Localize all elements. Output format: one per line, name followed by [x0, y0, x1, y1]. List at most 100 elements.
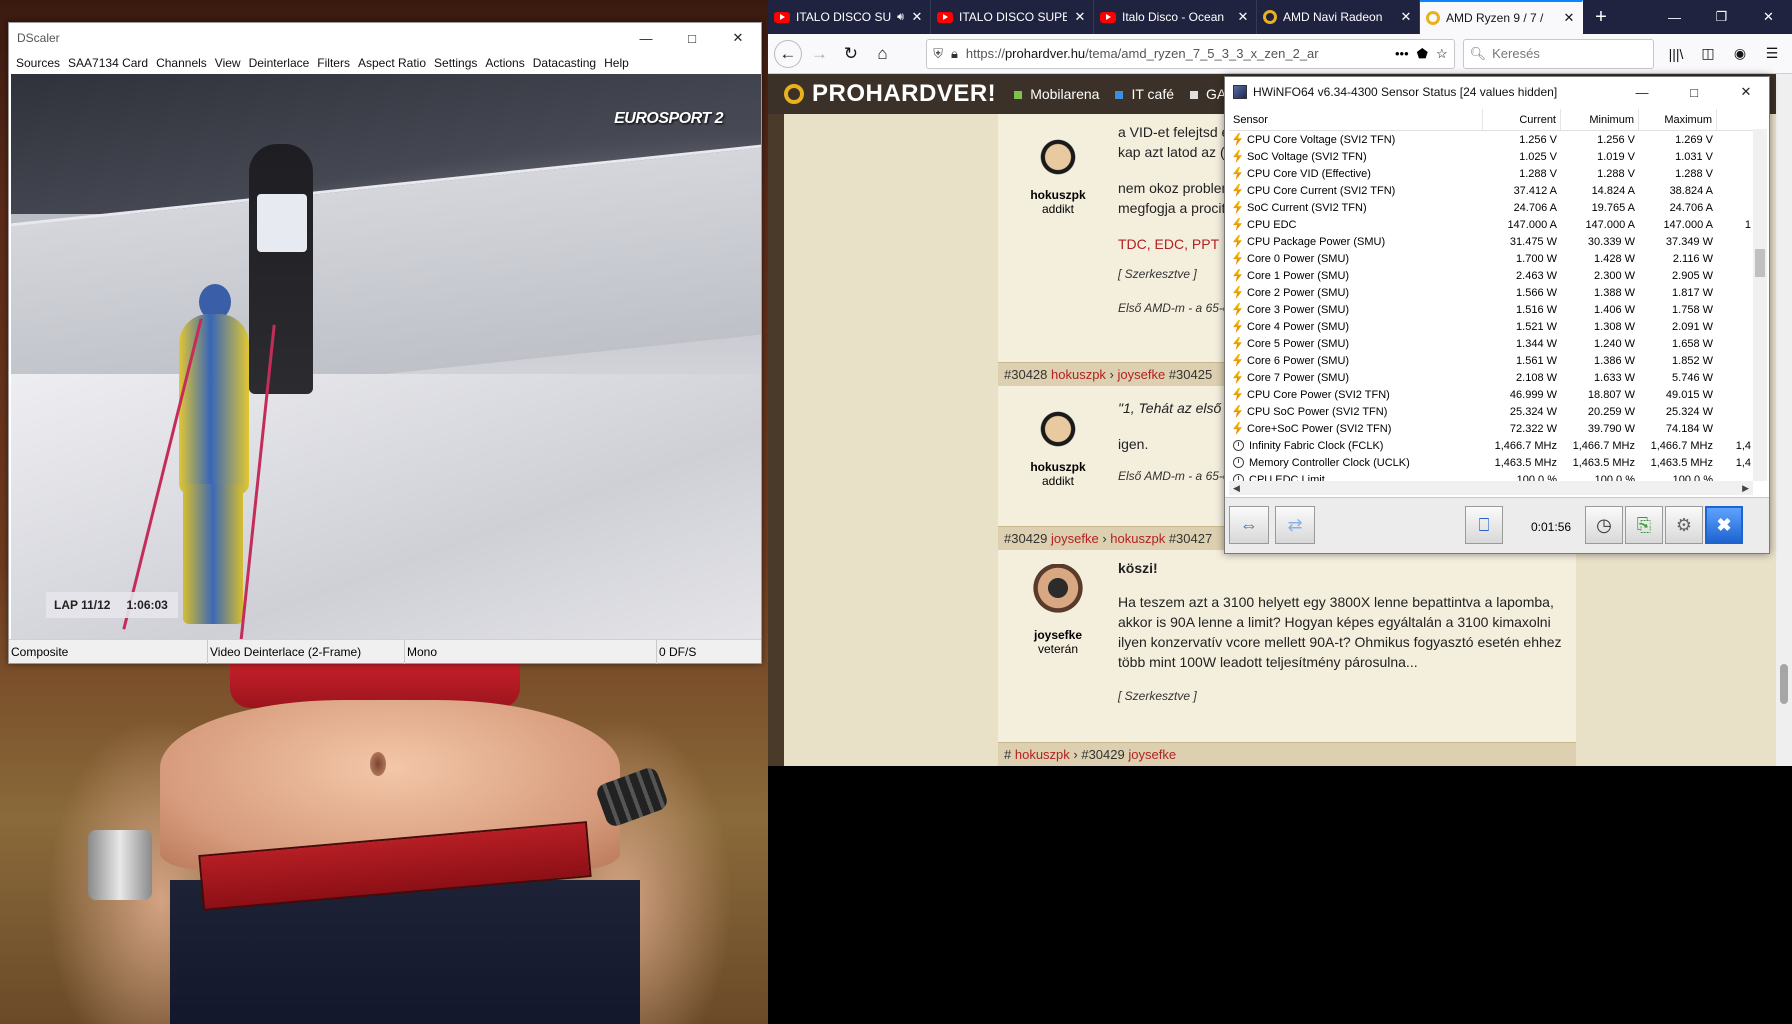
footer-ref[interactable]: #30429: [1081, 747, 1124, 762]
column-sensor[interactable]: Sensor: [1229, 109, 1483, 130]
menu-actions[interactable]: Actions: [484, 56, 531, 70]
menu-view[interactable]: View: [214, 56, 248, 70]
nav-mobilarena[interactable]: Mobilarena: [1014, 86, 1099, 102]
sensor-row[interactable]: Core 5 Power (SMU) 1.344 W 1.240 W 1.658 W: [1229, 335, 1753, 352]
close-tab-icon[interactable]: ✕: [910, 9, 924, 25]
sensor-scrollbar[interactable]: [1753, 129, 1767, 481]
maximize-button[interactable]: □: [1671, 77, 1717, 107]
menu-datacasting[interactable]: Datacasting: [532, 56, 603, 70]
nav-it-cafe[interactable]: IT café: [1115, 86, 1174, 102]
hwinfo-titlebar[interactable]: HWiNFO64 v6.34-4300 Sensor Status [24 va…: [1225, 77, 1769, 107]
footer-to-user[interactable]: joysefke: [1128, 747, 1176, 762]
sensor-row[interactable]: Core 3 Power (SMU) 1.516 W 1.406 W 1.758 W: [1229, 301, 1753, 318]
sensor-row[interactable]: Core 4 Power (SMU) 1.521 W 1.308 W 2.091 W: [1229, 318, 1753, 335]
sensor-row[interactable]: CPU EDC Limit 100.0 % 100.0 % 100.0 %: [1229, 471, 1753, 481]
author-name[interactable]: hokuszpk: [998, 460, 1118, 474]
tab-amd-ryzen[interactable]: AMD Ryzen 9 / 7 / ✕: [1420, 0, 1583, 34]
sidebar-icon[interactable]: ◫: [1692, 38, 1724, 70]
sensor-row[interactable]: CPU EDC 147.000 A 147.000 A 147.000 A 1: [1229, 216, 1753, 233]
tab-italo-disco-2[interactable]: ITALO DISCO SUPER ✕: [931, 0, 1094, 34]
minimize-button[interactable]: —: [1619, 77, 1665, 107]
forward-button[interactable]: →: [804, 38, 836, 70]
close-tab-icon[interactable]: ✕: [1562, 10, 1576, 26]
bookmark-star-icon[interactable]: ☆: [1436, 46, 1448, 62]
menu-icon[interactable]: ☰: [1756, 38, 1788, 70]
footer-to-user[interactable]: hokuszpk: [1110, 531, 1165, 546]
avatar[interactable]: [1032, 396, 1084, 456]
tab-amd-navi[interactable]: AMD Navi Radeon ✕: [1257, 0, 1420, 34]
sensor-row[interactable]: CPU Core Power (SVI2 TFN) 46.999 W 18.807 …: [1229, 386, 1753, 403]
minimize-button[interactable]: —: [1651, 0, 1698, 34]
sensor-row[interactable]: CPU Package Power (SMU) 31.475 W 30.339 W 3…: [1229, 233, 1753, 250]
menu-sources[interactable]: Sources: [15, 56, 67, 70]
restore-button[interactable]: ❐: [1698, 0, 1745, 34]
sensor-row[interactable]: Core+SoC Power (SVI2 TFN) 72.322 W 39.790 …: [1229, 420, 1753, 437]
url-text[interactable]: https://prohardver.hu/tema/amd_ryzen_7_5…: [966, 46, 1387, 61]
tab-italo-disco-3[interactable]: Italo Disco - Ocean ✕: [1094, 0, 1257, 34]
url-bar[interactable]: ⛨ 🔒︎ https://prohardver.hu/tema/amd_ryze…: [926, 38, 1455, 69]
sensor-row[interactable]: Core 6 Power (SMU) 1.561 W 1.386 W 1.852 W: [1229, 352, 1753, 369]
column-minimum[interactable]: Minimum: [1561, 109, 1639, 130]
site-logo[interactable]: PROHARDVER!: [784, 80, 996, 108]
sensor-row[interactable]: Core 7 Power (SMU) 2.108 W 1.633 W 5.746 W: [1229, 369, 1753, 386]
page-scrollbar[interactable]: [1776, 74, 1792, 766]
close-button[interactable]: ✕: [715, 23, 761, 53]
sensor-row[interactable]: SoC Current (SVI2 TFN) 24.706 A 19.765 A 24…: [1229, 199, 1753, 216]
library-icon[interactable]: |||\: [1660, 38, 1692, 70]
page-actions-icon[interactable]: •••: [1395, 46, 1409, 61]
dscaler-titlebar[interactable]: DScaler — □ ✕: [9, 23, 761, 53]
account-icon[interactable]: ◉: [1724, 38, 1756, 70]
footer-from-user[interactable]: hokuszpk: [1015, 747, 1070, 762]
menu-filters[interactable]: Filters: [316, 56, 357, 70]
back-button[interactable]: ←: [774, 39, 802, 68]
menu-channels[interactable]: Channels: [155, 56, 214, 70]
search-bar[interactable]: 🔍︎ Keresés: [1462, 38, 1654, 69]
minimize-button[interactable]: —: [623, 23, 669, 53]
tab-italo-disco-1[interactable]: ITALO DISCO SU 🔊︎ ✕: [768, 0, 931, 34]
menu-help[interactable]: Help: [603, 56, 636, 70]
close-button[interactable]: ✕: [1745, 0, 1792, 34]
sensor-row[interactable]: CPU SoC Power (SVI2 TFN) 25.324 W 20.259 W…: [1229, 403, 1753, 420]
author-name[interactable]: hokuszpk: [998, 188, 1118, 202]
home-button[interactable]: ⌂: [867, 38, 899, 70]
reload-button[interactable]: ↻: [835, 38, 867, 70]
avatar[interactable]: [1032, 564, 1084, 624]
column-current[interactable]: Current: [1483, 109, 1561, 130]
author-name[interactable]: joysefke: [998, 628, 1118, 642]
footer-to-user[interactable]: joysefke: [1118, 367, 1166, 382]
clock-icon[interactable]: ◷: [1585, 506, 1623, 544]
settings-gear-icon[interactable]: ⚙: [1665, 506, 1703, 544]
sensor-row[interactable]: Core 2 Power (SMU) 1.566 W 1.388 W 1.817 W: [1229, 284, 1753, 301]
menu-aspect-ratio[interactable]: Aspect Ratio: [357, 56, 433, 70]
close-tab-icon[interactable]: ✕: [1399, 9, 1413, 25]
maximize-button[interactable]: □: [669, 23, 715, 53]
pocket-icon[interactable]: ⬟: [1417, 46, 1428, 62]
close-sensors-icon[interactable]: ✖: [1705, 506, 1743, 544]
expand-arrows-icon[interactable]: ⇔: [1229, 506, 1269, 544]
shield-icon[interactable]: ⛨: [933, 46, 943, 62]
avatar[interactable]: [1032, 124, 1084, 184]
footer-ref[interactable]: #30427: [1169, 531, 1212, 546]
close-button[interactable]: ✕: [1723, 77, 1769, 107]
new-tab-button[interactable]: +: [1583, 0, 1619, 34]
menu-deinterlace[interactable]: Deinterlace: [248, 56, 317, 70]
sensor-row[interactable]: CPU Core Voltage (SVI2 TFN) 1.256 V 1.256 …: [1229, 131, 1753, 148]
video-display[interactable]: EUROSPORT 2 LAP 11/12 1:06:03: [11, 74, 761, 640]
sensor-row[interactable]: Core 0 Power (SMU) 1.700 W 1.428 W 2.116 W: [1229, 250, 1753, 267]
lock-icon[interactable]: 🔒︎: [951, 46, 958, 62]
collapse-arrows-icon[interactable]: ⇄: [1275, 506, 1315, 544]
edited-note[interactable]: [ Szerkesztve ]: [1118, 686, 1568, 706]
menu-settings[interactable]: Settings: [433, 56, 484, 70]
close-tab-icon[interactable]: ✕: [1073, 9, 1087, 25]
sensor-row[interactable]: CPU Core Current (SVI2 TFN) 37.412 A 14.82…: [1229, 182, 1753, 199]
sensor-row[interactable]: Core 1 Power (SMU) 2.463 W 2.300 W 2.905 W: [1229, 267, 1753, 284]
footer-from-user[interactable]: joysefke: [1051, 531, 1099, 546]
speaker-icon[interactable]: 🔊︎: [897, 11, 904, 24]
footer-ref[interactable]: #30425: [1169, 367, 1212, 382]
network-icon[interactable]: ⎕: [1465, 506, 1503, 544]
sensor-row[interactable]: Memory Controller Clock (UCLK) 1,463.5 MH…: [1229, 454, 1753, 471]
add-report-icon[interactable]: ⎘: [1625, 506, 1663, 544]
sensor-row[interactable]: SoC Voltage (SVI2 TFN) 1.025 V 1.019 V 1.03…: [1229, 148, 1753, 165]
sensor-row[interactable]: Infinity Fabric Clock (FCLK) 1,466.7 MHz 1…: [1229, 437, 1753, 454]
sensor-hscrollbar[interactable]: ◀ ▶: [1229, 481, 1753, 495]
